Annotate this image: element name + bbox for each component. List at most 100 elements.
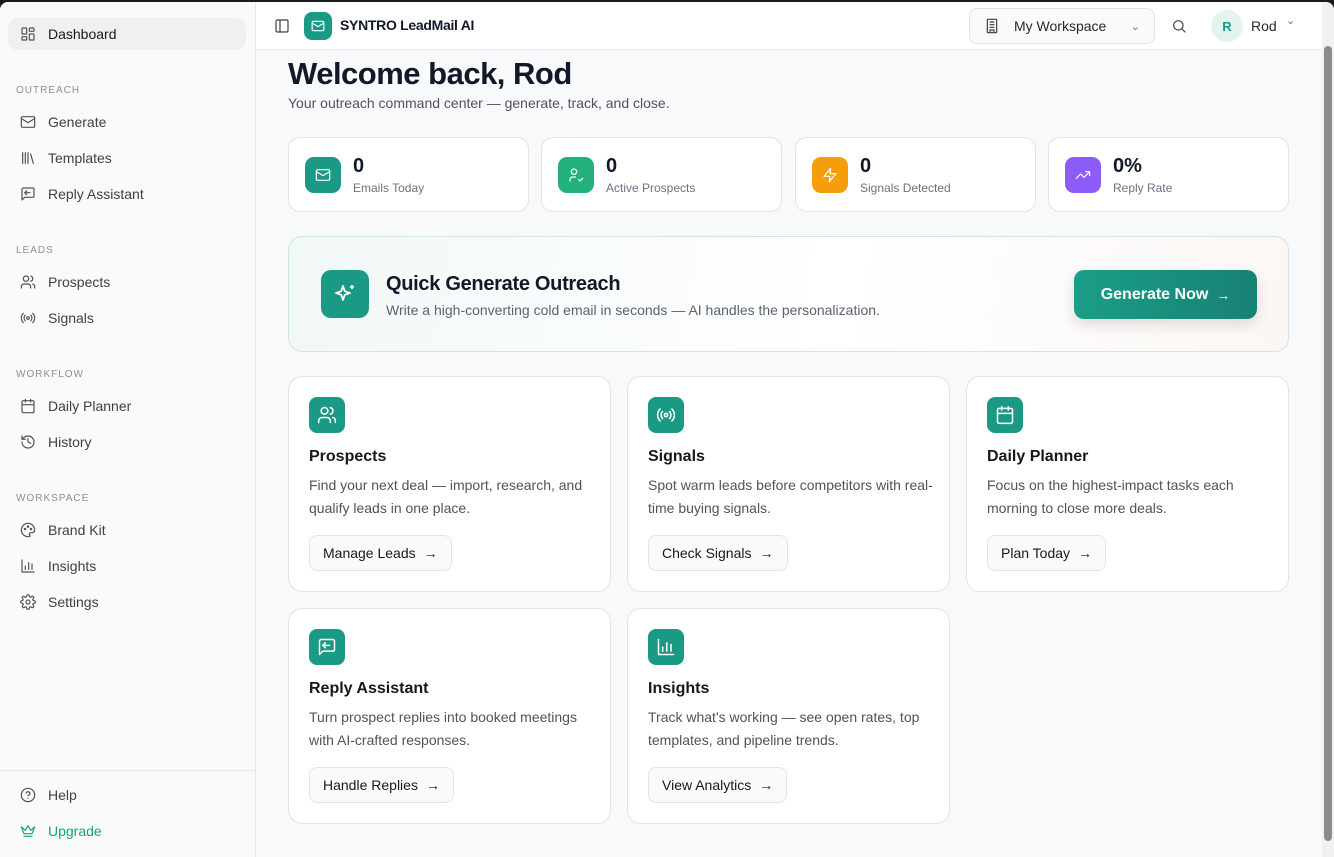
library-icon [22, 152, 34, 164]
card-description: Turn prospect replies into booked meetin… [309, 709, 577, 748]
search-icon[interactable] [1171, 18, 1187, 34]
calendar-icon [21, 398, 35, 414]
help-icon [20, 787, 36, 803]
stat-value: 0 [353, 155, 365, 177]
arrow-right-icon: → [425, 777, 440, 793]
arrow-right-icon: → [1078, 545, 1093, 561]
card-description: Spot warm leads before competitors with … [648, 477, 933, 516]
section-label: LEADS [16, 245, 54, 256]
section-label: WORKFLOW [16, 369, 84, 380]
section-label: OUTREACH [16, 85, 81, 96]
stat-reply-rate: 0% Reply Rate [1048, 137, 1289, 212]
stat-label: Emails Today [353, 181, 425, 195]
sidebar-item-label: History [48, 434, 92, 450]
button-label: Manage Leads [323, 545, 416, 561]
scrollbar-thumb[interactable] [1324, 46, 1332, 841]
stat-label: Signals Detected [860, 181, 951, 195]
quick-generate-title: Quick Generate Outreach [386, 273, 621, 295]
radio-icon [20, 312, 36, 324]
page-subtitle: Your outreach command center — generate,… [288, 95, 670, 111]
user-name[interactable]: Rod [1251, 18, 1277, 34]
crown-icon [20, 825, 36, 837]
sidebar-item-label: Insights [48, 558, 97, 574]
scrollbar[interactable] [1322, 2, 1334, 857]
brand-name: SYNTRO LeadMail AI [340, 17, 475, 33]
card-title: Reply Assistant [309, 680, 429, 697]
card-description: Find your next deal — import, research, … [309, 477, 583, 516]
sidebar-item-history[interactable]: History [8, 426, 246, 458]
handle-replies-button[interactable]: Handle Replies → [309, 767, 454, 803]
sidebar-item-signals[interactable]: Signals [8, 302, 246, 334]
sidebar-item-dashboard[interactable]: Dashboard [8, 18, 246, 50]
sidebar-item-settings[interactable]: Settings [8, 586, 246, 618]
mail-icon [305, 157, 341, 193]
sidebar-item-label: Upgrade [48, 823, 102, 839]
message-reply-icon [309, 629, 345, 665]
stat-value: 0% [1113, 155, 1142, 177]
sidebar-item-label: Generate [48, 114, 107, 130]
sidebar-item-label: Settings [48, 594, 99, 610]
sidebar-item-label: Daily Planner [48, 398, 132, 414]
users-icon [309, 397, 345, 433]
card-prospects: Prospects Find your next deal — import, … [288, 376, 611, 592]
stat-label: Active Prospects [606, 181, 696, 195]
card-insights: Insights Track what's working — see open… [627, 608, 950, 824]
sidebar-item-label: Templates [48, 150, 112, 166]
card-signals: Signals Spot warm leads before competito… [627, 376, 950, 592]
stat-emails-today: 0 Emails Today [288, 137, 529, 212]
avatar[interactable]: R [1211, 10, 1243, 42]
quick-generate-subtitle: Write a high-converting cold email in se… [386, 302, 880, 318]
card-title: Prospects [309, 448, 387, 465]
sidebar-item-prospects[interactable]: Prospects [8, 266, 246, 298]
lightning-icon [812, 157, 848, 193]
sidebar-item-brand-kit[interactable]: Brand Kit [8, 514, 246, 546]
bar-chart-icon [21, 559, 35, 573]
arrow-right-icon: → [759, 777, 774, 793]
sidebar-item-upgrade[interactable]: Upgrade [8, 815, 246, 847]
sidebar-item-label: Prospects [48, 274, 111, 290]
button-label: View Analytics [662, 777, 752, 793]
sidebar-item-label: Help [48, 787, 77, 803]
chevron-down-icon[interactable]: ⌄ [1286, 14, 1295, 27]
dashboard-icon [21, 27, 35, 41]
sidebar-item-templates[interactable]: Templates [8, 142, 246, 174]
generate-now-button[interactable]: Generate Now → [1074, 270, 1257, 319]
card-title: Daily Planner [987, 448, 1089, 465]
palette-icon [20, 522, 36, 538]
stat-value: 0 [606, 155, 618, 177]
mail-icon [311, 20, 325, 32]
chevron-down-icon: ⌄ [1130, 20, 1140, 33]
app-window: Dashboard OUTREACH Generate Templates Re… [0, 2, 1334, 857]
page-title: Welcome back, Rod [288, 56, 572, 91]
mail-icon [20, 116, 36, 128]
arrow-right-icon: → [759, 545, 774, 561]
button-label: Plan Today [1001, 545, 1071, 561]
sidebar-item-daily-planner[interactable]: Daily Planner [8, 390, 246, 422]
check-signals-button[interactable]: Check Signals → [648, 535, 788, 571]
sidebar-item-insights[interactable]: Insights [8, 550, 246, 582]
card-description: Focus on the highest-impact tasks each m… [987, 477, 1234, 516]
quick-generate-banner: Quick Generate Outreach Write a high-con… [288, 236, 1289, 352]
sidebar-footer [0, 770, 255, 771]
sidebar-item-help[interactable]: Help [8, 779, 246, 811]
manage-leads-button[interactable]: Manage Leads → [309, 535, 452, 571]
arrow-right-icon: → [423, 545, 438, 561]
sparkles-icon [321, 270, 369, 318]
sidebar-toggle-icon[interactable] [274, 18, 290, 34]
calendar-icon [987, 397, 1023, 433]
arrow-right-icon: → [1216, 286, 1231, 303]
stat-label: Reply Rate [1113, 181, 1173, 195]
gear-icon [20, 594, 36, 610]
sidebar-item-generate[interactable]: Generate [8, 106, 246, 138]
view-analytics-button[interactable]: View Analytics → [648, 767, 788, 803]
stat-active-prospects: 0 Active Prospects [541, 137, 782, 212]
history-icon [21, 435, 35, 449]
card-daily-planner: Daily Planner Focus on the highest-impac… [966, 376, 1289, 592]
sidebar-item-label: Dashboard [48, 26, 117, 42]
sidebar-item-reply-assistant[interactable]: Reply Assistant [8, 178, 246, 210]
plan-today-button[interactable]: Plan Today → [987, 535, 1107, 571]
workspace-selector[interactable]: My Workspace ⌄ [969, 8, 1155, 44]
button-label: Check Signals [662, 545, 752, 561]
sidebar: Dashboard OUTREACH Generate Templates Re… [0, 2, 256, 857]
button-label: Generate Now [1100, 285, 1209, 303]
